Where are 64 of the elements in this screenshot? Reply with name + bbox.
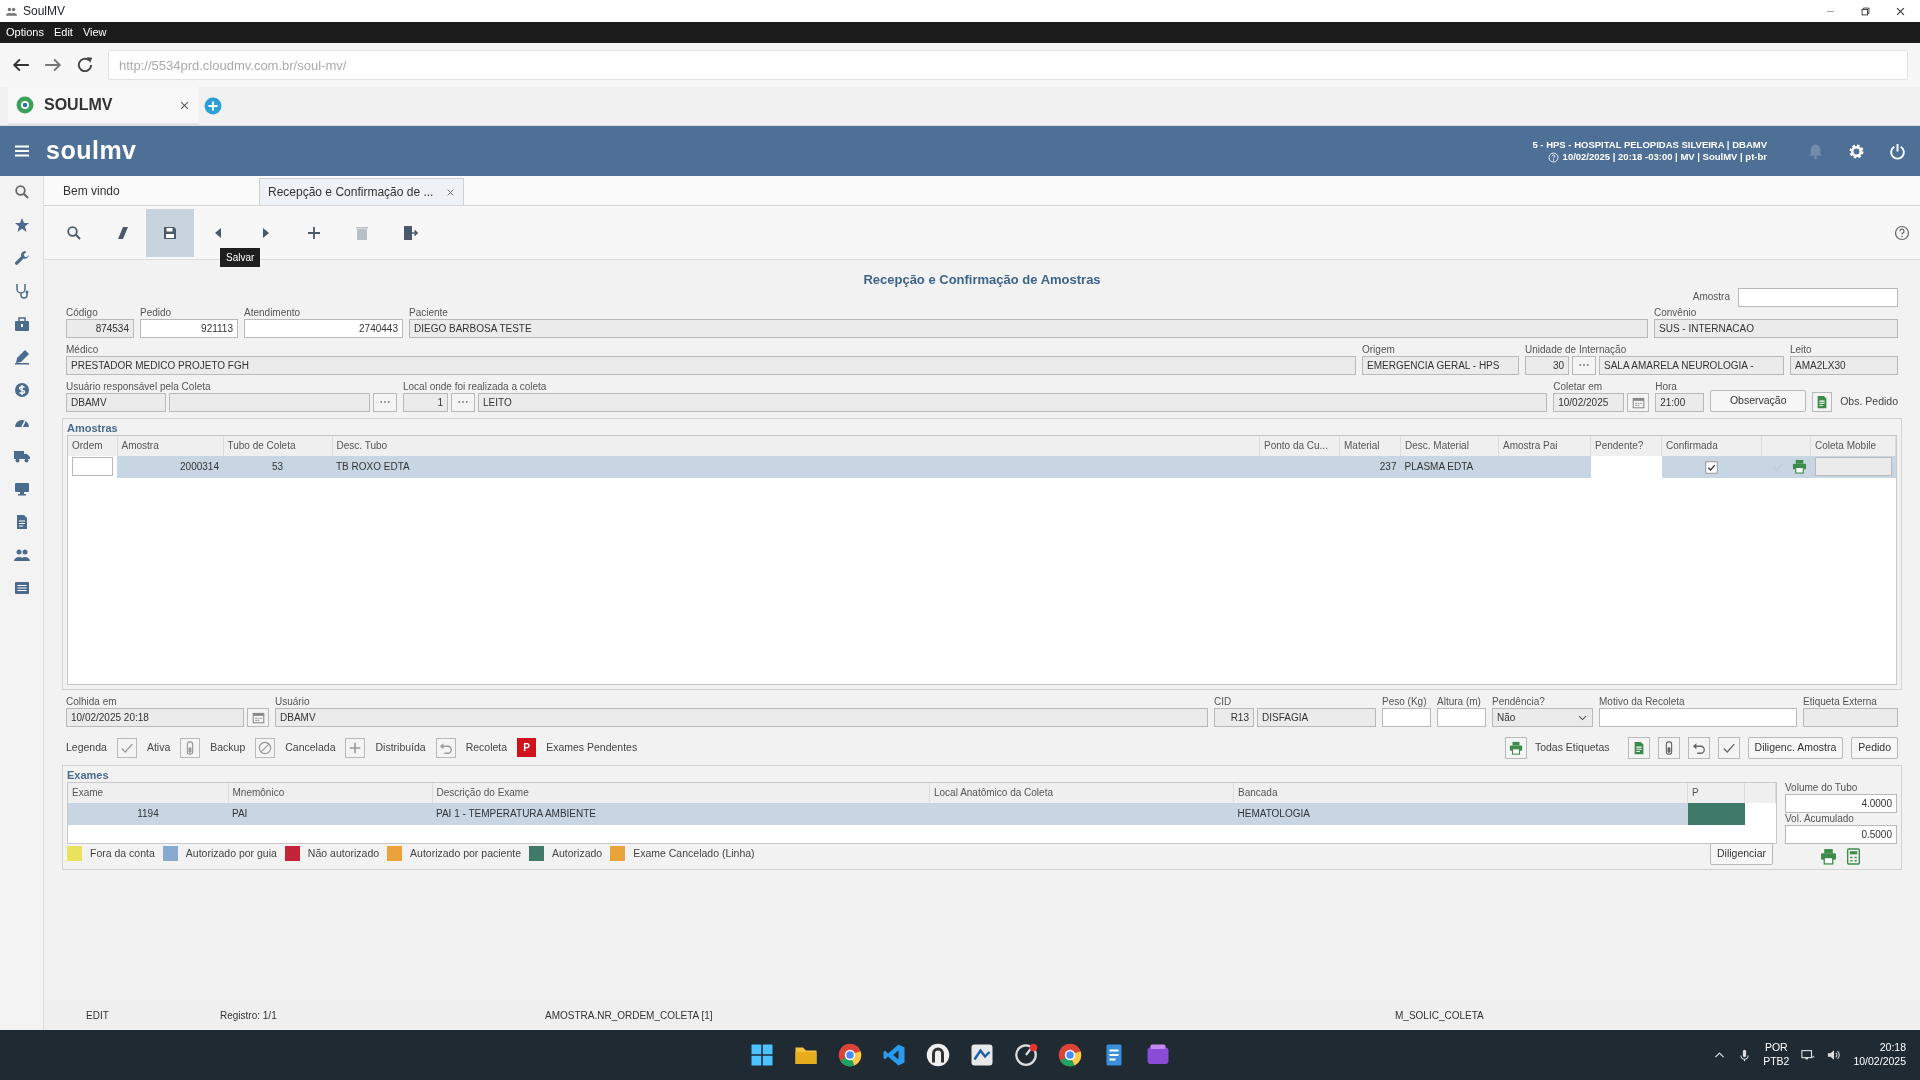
form-title: Recepção e Confirmação de Amostras [862,271,1102,289]
table-cell: PAI 1 - TEMPERATURA AMBIENTE [436,808,597,819]
pending-mark: P [517,738,537,757]
legend-label: Cancelada [285,739,336,755]
table-cell: 1194 [137,808,159,819]
field-label: CID [1214,695,1233,708]
field-label: Motivo da Recoleta [1599,695,1686,708]
window-title: SoulMV [23,3,66,20]
field-label: Atendimento [244,306,302,319]
legend-label: Autorizado por guia [185,845,277,861]
field-label: Convênio [1654,306,1698,319]
legend-label: Ativa [146,739,171,755]
section-title: Amostras [67,420,119,435]
action-label: Todas Etiquetas [1534,739,1610,755]
field-label: Local onde foi realizada a coleta [403,380,548,393]
session-info: 10/02/2025 | 20:18 -03:00 | MV | SoulMV | pt-br [1562,151,1767,164]
field-label: Volume do Tubo [1785,781,1859,794]
legend-label: Backup [210,739,246,755]
status-text: M_SOLIC_COLETA [1395,1008,1484,1023]
field-label: Pedido [140,306,173,319]
tooltip: Salvar [220,248,261,267]
field-label: Pendência? [1492,695,1546,708]
status-text: AMOSTRA.NR_ORDEM_COLETA [1] [545,1008,714,1023]
legend-label: Autorizado [552,845,603,861]
status-text: EDIT [86,1008,110,1023]
dropdown-value: Não [1497,710,1516,725]
field-label: Usuário [275,695,311,708]
table-cell: 53 [271,461,284,472]
field-label: Usuário responsável pela Coleta [66,380,212,393]
field-label: Médico [66,343,100,356]
logo: soulmv [46,135,137,167]
field-label: Origem [1362,343,1396,356]
table-cell: 2000314 [180,461,219,472]
tab-label: SOULMV [44,95,113,115]
field-label: Vol. Acumulado [1785,812,1855,825]
field-label: Hora [1655,380,1678,393]
field-label: Leito [1790,343,1813,356]
field-label: Etiqueta Externa [1803,695,1878,708]
status-text: Registro: 1/1 [220,1008,278,1023]
field-label: Colhida em [66,695,118,708]
field-label: Coletar em [1553,380,1604,393]
legend-label: Distribuída [375,739,426,755]
section-title: Exames [67,767,110,782]
table-cell: PAI [232,808,248,819]
tab-label: Bem vindo [63,183,120,200]
tab-label: Recepção e Confirmação de ... [268,184,434,201]
legend-label: Fora da conta [90,845,155,861]
legend-title: Legenda [66,739,107,755]
field-label: Amostra [1692,291,1730,303]
table-cell: TB ROXO EDTA [336,461,410,472]
field-label: Peso (Kg) [1382,695,1428,708]
legend-label: Exame Cancelado (Linha) [633,845,755,861]
field-label: Unidade de Internação [1525,343,1628,356]
legend-label: Exames Pendentes [546,739,638,755]
table-cell: 237 [1379,461,1397,472]
hospital-context: 5 - HPS - HOSPITAL PELOPIDAS SILVEIRA | DBAMV [1532,138,1767,151]
table-cell: HEMATOLOGIA [1237,808,1310,819]
field-label: Paciente [409,306,449,319]
legend-label: Recoleta [465,739,508,755]
table-cell: PLASMA EDTA [1404,461,1474,472]
legend-label: Autorizado por paciente [410,845,521,861]
field-label: Código [66,306,99,319]
field-label: Altura (m) [1437,695,1482,708]
legend-label: Não autorizado [307,845,380,861]
